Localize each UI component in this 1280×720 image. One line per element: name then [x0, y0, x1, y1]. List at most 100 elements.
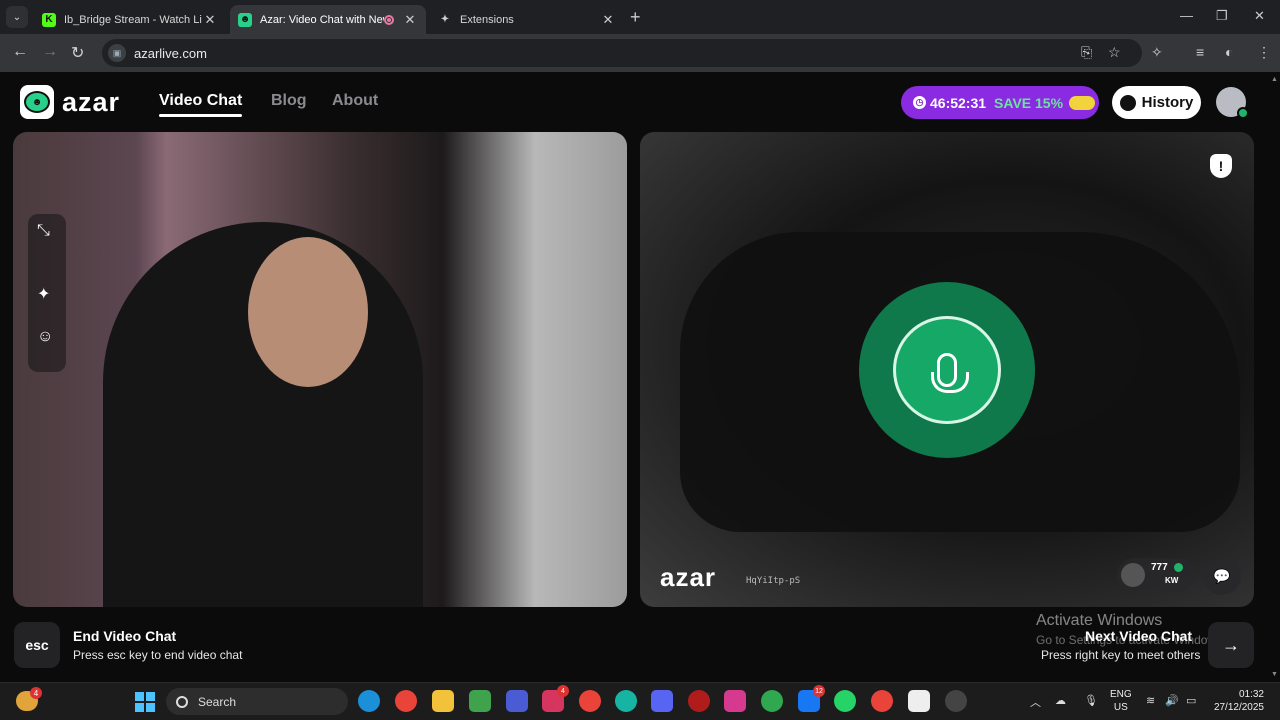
- date: 27/12/2025: [1213, 702, 1264, 713]
- battery-icon[interactable]: ▭: [1186, 694, 1196, 707]
- weather-badge: 4: [30, 687, 42, 699]
- weather-icon[interactable]: 4: [16, 687, 42, 711]
- clock-icon: ◷: [913, 96, 926, 109]
- azar-icon: ☻: [238, 12, 252, 27]
- facebook-icon[interactable]: 12: [798, 685, 825, 712]
- video-tools: ⤡ ✦ ☺: [28, 214, 66, 372]
- avatar-badge: [1237, 107, 1249, 119]
- capcut-icon[interactable]: [908, 690, 930, 712]
- azar-logo[interactable]: ☻ azar: [20, 85, 120, 119]
- game-app-icon[interactable]: [688, 690, 710, 712]
- azar-logo-icon: ☻: [20, 85, 54, 119]
- end-chat-button[interactable]: esc: [14, 622, 60, 668]
- close-tab-icon[interactable]: ✕: [402, 12, 418, 28]
- chrome-profile-icon[interactable]: [579, 690, 601, 712]
- forward-icon[interactable]: →: [42, 43, 58, 61]
- chat-bubble-icon: 💬: [1213, 567, 1231, 584]
- address-bar[interactable]: ▣ azarlive.com: [102, 39, 1142, 67]
- close-window-icon[interactable]: ✕: [1254, 8, 1265, 24]
- local-face: [248, 237, 368, 387]
- volume-icon[interactable]: 🔊: [1165, 694, 1179, 707]
- next-chat-button[interactable]: →: [1208, 622, 1254, 668]
- lang-region: US: [1113, 702, 1128, 713]
- close-tab-icon[interactable]: ✕: [202, 12, 218, 28]
- store-icon[interactable]: [469, 690, 491, 712]
- tray-chevron-icon[interactable]: ︿: [1030, 694, 1041, 710]
- zoom-app-icon[interactable]: 4: [542, 685, 569, 712]
- profile-icon[interactable]: ◐: [1225, 44, 1233, 60]
- peer-country: KW: [1165, 576, 1179, 585]
- bookmark-star-icon[interactable]: ☆: [1108, 44, 1121, 61]
- face-filter-icon[interactable]: ☺: [37, 328, 53, 346]
- new-tab-button[interactable]: +: [630, 7, 641, 28]
- chat-button[interactable]: 💬: [1203, 557, 1241, 595]
- nav-blog[interactable]: Blog: [271, 92, 307, 110]
- app-badge: 4: [557, 685, 569, 697]
- chrome-icon[interactable]: [395, 690, 417, 712]
- clock[interactable]: 01:32 27/12/2025: [1210, 688, 1264, 714]
- taskbar-search[interactable]: Search: [166, 688, 348, 715]
- gem-icon: [1174, 563, 1183, 572]
- chrome-second-icon[interactable]: [871, 690, 893, 712]
- next-chat-hint: Press right key to meet others: [1041, 648, 1201, 662]
- promo-label: SAVE 15%: [994, 94, 1064, 111]
- reading-list-icon[interactable]: ≡: [1196, 44, 1204, 60]
- puzzle-icon: ✦: [440, 14, 450, 25]
- language-indicator[interactable]: ENG US: [1110, 688, 1132, 714]
- browser-tab-bar: ⌄ K Ib_Bridge Stream - Watch Live o ✕ ☻ …: [0, 0, 1280, 34]
- vpn-icon[interactable]: [506, 690, 528, 712]
- end-chat-hint: Press esc key to end video chat: [73, 648, 243, 662]
- menu-icon[interactable]: ⋮: [1257, 44, 1271, 61]
- tab-search-button[interactable]: ⌄: [6, 6, 28, 28]
- scroll-up-icon[interactable]: ▲: [1271, 76, 1278, 83]
- discord-icon[interactable]: [651, 690, 673, 712]
- wifi-icon[interactable]: ≋: [1146, 694, 1155, 707]
- peer-info-badge[interactable]: 777 KW: [1117, 558, 1195, 592]
- recording-icon: [384, 14, 394, 25]
- reload-icon[interactable]: ↻: [71, 43, 84, 63]
- whatsapp-icon[interactable]: [834, 690, 856, 712]
- promo-timer: 46:52:31: [930, 94, 987, 111]
- cloud-icon[interactable]: ☁: [1055, 694, 1066, 707]
- peer-avatar: [1121, 563, 1145, 587]
- chrome-alt-icon[interactable]: [761, 690, 783, 712]
- lang-code: ENG: [1110, 689, 1132, 700]
- history-button[interactable]: History: [1112, 86, 1201, 119]
- file-explorer-icon[interactable]: [432, 690, 454, 712]
- microphone-button[interactable]: [893, 316, 1001, 424]
- report-icon[interactable]: !: [1210, 154, 1232, 178]
- tab-title: Azar: Video Chat with New: [260, 13, 384, 26]
- time: 01:32: [1238, 689, 1264, 700]
- tab-title: Extensions: [460, 13, 514, 26]
- tiktok-app-icon[interactable]: [615, 690, 637, 712]
- mic-tray-icon[interactable]: 🎙: [1084, 694, 1098, 707]
- next-chat-title: Next Video Chat: [1085, 628, 1193, 644]
- promo-banner[interactable]: ◷ 46:52:31 SAVE 15%: [901, 86, 1099, 119]
- instagram-icon[interactable]: [724, 690, 746, 712]
- restore-icon[interactable]: ❐: [1216, 8, 1228, 24]
- taskbar: 4 Search 4 12 ︿ ☁ 🎙 ENG US ≋ 🔊 ▭ 01:32 2…: [0, 682, 1280, 720]
- extensions-icon[interactable]: ✧: [1151, 44, 1163, 61]
- page-scrollbar[interactable]: ▲ ▼: [1268, 72, 1280, 682]
- tab-azar[interactable]: ☻ Azar: Video Chat with New ✕: [230, 5, 426, 34]
- obs-icon[interactable]: [945, 690, 967, 712]
- url-text: azarlive.com: [134, 45, 207, 61]
- start-button[interactable]: [135, 692, 155, 712]
- minimize-icon[interactable]: —: [1180, 8, 1193, 23]
- search-label: Search: [198, 694, 237, 709]
- scroll-down-icon[interactable]: ▼: [1271, 671, 1278, 678]
- sparkle-effects-icon[interactable]: ✦: [37, 284, 50, 304]
- back-icon[interactable]: ←: [12, 43, 28, 61]
- install-app-icon[interactable]: ⎘: [1081, 44, 1092, 61]
- app-badge: 12: [813, 685, 825, 697]
- site-info-icon[interactable]: ▣: [108, 44, 126, 62]
- close-tab-icon[interactable]: ✕: [600, 12, 616, 28]
- avatar[interactable]: [1216, 87, 1249, 119]
- peer-count: 777: [1151, 562, 1168, 573]
- tab-kick[interactable]: K Ib_Bridge Stream - Watch Live o ✕: [34, 5, 226, 34]
- minimize-video-icon[interactable]: ⤡: [37, 222, 50, 240]
- nav-about[interactable]: About: [332, 92, 378, 110]
- nav-video-chat[interactable]: Video Chat: [159, 92, 243, 117]
- edge-icon[interactable]: [358, 690, 380, 712]
- tab-extensions[interactable]: ✦ Extensions ✕: [430, 5, 624, 34]
